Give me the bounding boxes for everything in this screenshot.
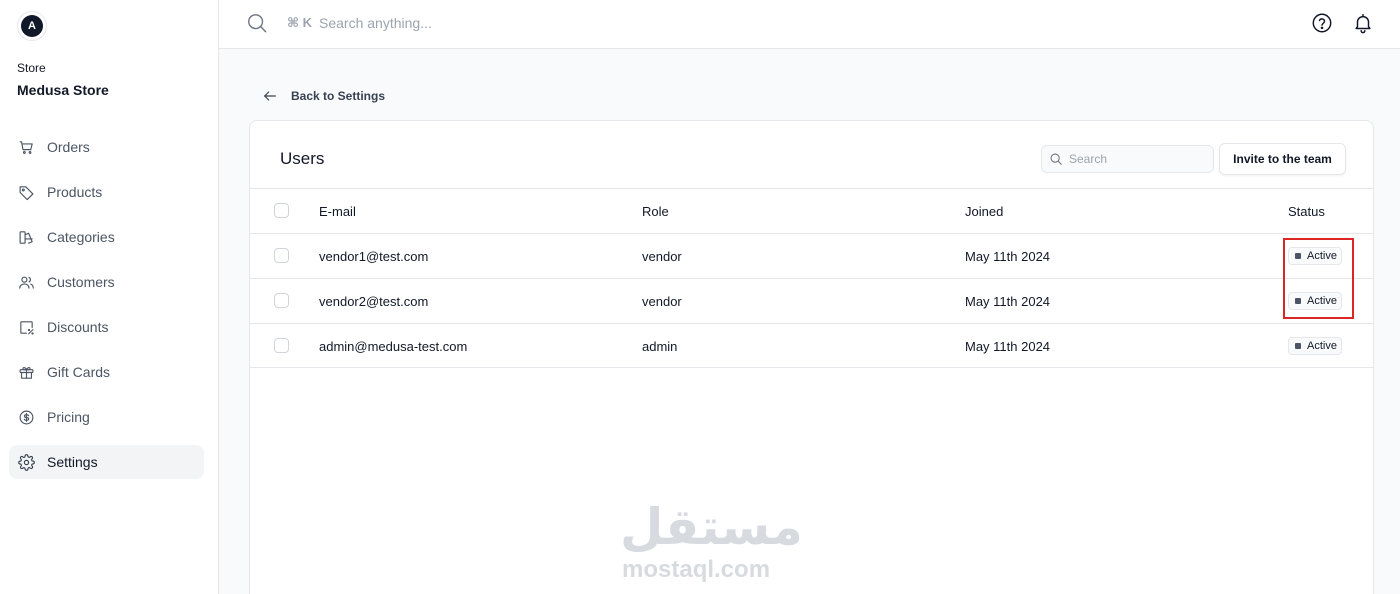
sidebar-item-categories[interactable]: Categories <box>9 220 204 254</box>
gift-icon <box>17 363 35 381</box>
users-icon <box>17 273 35 291</box>
sidebar-nav: Orders Products Categories Customers Dis… <box>9 130 204 490</box>
user-role: vendor <box>642 294 682 309</box>
annotation-highlight-box <box>1283 238 1354 319</box>
user-email: vendor2@test.com <box>319 294 429 309</box>
dollar-icon <box>17 408 35 426</box>
sidebar-item-customers[interactable]: Customers <box>9 265 204 299</box>
sidebar-item-label: Categories <box>47 229 115 245</box>
help-icon[interactable] <box>1311 12 1333 34</box>
select-all-checkbox[interactable] <box>274 203 289 218</box>
page-title: Users <box>280 149 325 168</box>
user-role: vendor <box>642 249 682 264</box>
user-joined: May 11th 2024 <box>965 249 1051 264</box>
sidebar-item-label: Pricing <box>47 409 90 425</box>
discount-icon <box>17 318 35 336</box>
table-header-row: E-mail Role Joined Status <box>250 188 1374 233</box>
users-search[interactable] <box>1041 145 1214 173</box>
row-checkbox[interactable] <box>274 248 289 263</box>
sidebar-item-products[interactable]: Products <box>9 175 204 209</box>
sidebar-item-label: Orders <box>47 139 90 155</box>
store-avatar[interactable]: A <box>17 11 47 41</box>
cart-icon <box>17 138 35 156</box>
gear-icon <box>17 453 35 471</box>
users-card: Users Invite to the team E-mail Role Joi… <box>249 120 1374 594</box>
sidebar-item-label: Discounts <box>47 319 109 335</box>
back-link-label: Back to Settings <box>291 89 386 103</box>
sidebar-item-label: Settings <box>47 454 98 470</box>
column-header-role: Role <box>642 204 669 219</box>
column-header-status: Status <box>1288 204 1325 219</box>
sidebar-item-discounts[interactable]: Discounts <box>9 310 204 344</box>
table-row[interactable]: admin@medusa-test.com admin May 11th 202… <box>250 323 1374 368</box>
row-checkbox[interactable] <box>274 293 289 308</box>
status-badge: Active <box>1288 337 1342 355</box>
status-dot <box>1295 343 1301 349</box>
status-label: Active <box>1307 340 1337 352</box>
search-shortcut: ⌘ K <box>287 15 313 30</box>
sidebar-item-label: Gift Cards <box>47 364 111 380</box>
search-icon <box>1050 153 1062 165</box>
sidebar-item-settings[interactable]: Settings <box>9 445 204 479</box>
top-bar: ⌘ K Search anything... <box>219 0 1400 49</box>
search-icon[interactable] <box>246 12 268 34</box>
store-name: Medusa Store <box>17 82 109 98</box>
sidebar-item-label: Customers <box>47 274 115 290</box>
invite-to-team-button[interactable]: Invite to the team <box>1219 143 1346 175</box>
table-row[interactable]: vendor2@test.com vendor May 11th 2024 Ac… <box>250 278 1374 323</box>
column-header-email: E-mail <box>319 204 356 219</box>
categories-icon <box>17 228 35 246</box>
column-header-joined: Joined <box>965 204 1004 219</box>
row-checkbox[interactable] <box>274 338 289 353</box>
arrow-left-icon <box>264 91 276 101</box>
sidebar-item-gift-cards[interactable]: Gift Cards <box>9 355 204 389</box>
sidebar-item-pricing[interactable]: Pricing <box>9 400 204 434</box>
store-label: Store <box>17 61 46 75</box>
user-joined: May 11th 2024 <box>965 294 1051 309</box>
watermark-arabic: مستقل <box>620 498 803 556</box>
search-input[interactable] <box>1069 152 1199 166</box>
table-row[interactable]: vendor1@test.com vendor May 11th 2024 Ac… <box>250 233 1374 278</box>
users-table: E-mail Role Joined Status vendor1@test.c… <box>250 188 1374 368</box>
tag-icon <box>17 183 35 201</box>
sidebar: A Store Medusa Store Orders Products Cat… <box>0 0 219 594</box>
user-joined: May 11th 2024 <box>965 339 1051 354</box>
user-email: vendor1@test.com <box>319 249 429 264</box>
store-avatar-letter: A <box>21 15 43 37</box>
bell-icon[interactable] <box>1352 12 1374 34</box>
sidebar-item-orders[interactable]: Orders <box>9 130 204 164</box>
global-search-input[interactable]: Search anything... <box>319 15 432 31</box>
watermark-latin: mostaql.com <box>622 556 771 583</box>
user-email: admin@medusa-test.com <box>319 339 468 354</box>
back-to-settings-link[interactable]: Back to Settings <box>262 88 385 104</box>
sidebar-item-label: Products <box>47 184 103 200</box>
user-role: admin <box>642 339 678 354</box>
